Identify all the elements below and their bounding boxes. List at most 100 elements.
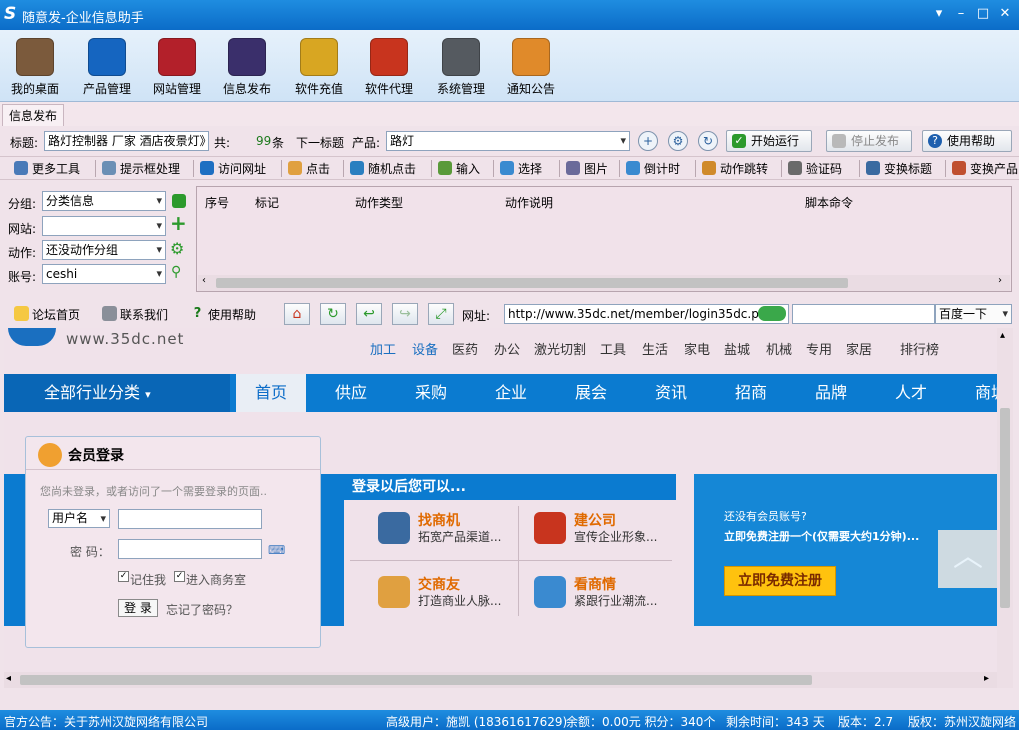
toolbar-btn-4[interactable]: 软件充值 [286,36,352,98]
register-free-button[interactable]: 立即免费注册 [724,566,836,596]
menu-dropdown-icon[interactable]: ▾ [928,4,950,24]
maximize-icon[interactable]: □ [972,4,994,24]
refresh-icon[interactable]: ↻ [320,303,346,325]
tool-0[interactable]: 更多工具 [14,160,80,177]
tool-6[interactable]: 选择 [500,160,542,177]
back-to-top-icon[interactable]: ︿ [938,530,997,588]
nav-item[interactable]: 采购 [396,374,466,412]
toolbar-btn-2[interactable]: 网站管理 [144,36,210,98]
next-title-link[interactable]: 下一标题 [296,134,344,151]
tool-9[interactable]: 动作跳转 [702,160,768,177]
help-button[interactable]: ? 使用帮助 [922,130,1012,152]
web-scroll-left-icon[interactable]: ◂ [6,673,11,684]
tool-11[interactable]: 变换标题 [866,160,932,177]
web-scroll-right-icon[interactable]: ▸ [984,673,989,684]
top-link[interactable]: 排行榜 [900,339,939,358]
top-link[interactable]: 家电 [684,339,710,358]
benefit-item[interactable]: 建公司 宣传企业形象... [534,508,684,558]
action-settings-icon[interactable]: ⚙ [170,239,184,258]
top-link[interactable]: 激光切割 [534,339,586,358]
tool-12[interactable]: 变换产品 [952,160,1018,177]
top-link[interactable]: 办公 [494,339,520,358]
grid-scroll-thumb[interactable] [216,278,848,288]
password-input[interactable] [118,539,262,559]
tool-8[interactable]: 倒计时 [626,160,680,177]
search-input[interactable] [792,304,935,324]
browser-help-button[interactable]: ? 使用帮助 [190,306,256,323]
nav-item[interactable]: 展会 [556,374,626,412]
remember-checkbox[interactable]: ✓ [118,571,129,582]
nav-item[interactable]: 供应 [316,374,386,412]
col-mark[interactable]: 标记 [255,194,279,211]
official-notice[interactable]: 官方公告：关于苏州汉旋网络有限公司 [4,713,208,730]
top-link[interactable]: 家居 [846,339,872,358]
web-scroll-thumb[interactable] [20,675,812,685]
refresh-circle-icon[interactable]: ↻ [698,131,718,151]
toolbar-btn-1[interactable]: 产品管理 [74,36,140,98]
top-link[interactable]: 盐城 [724,339,750,358]
contact-us-button[interactable]: 联系我们 [102,306,168,323]
product-select[interactable]: 路灯 [386,131,630,151]
scroll-left-icon[interactable]: ‹ [202,275,206,286]
web-vscroll-thumb[interactable] [1000,408,1010,608]
toolbar-btn-3[interactable]: 信息发布 [214,36,280,98]
keyboard-icon[interactable]: ⌨ [268,543,285,557]
web-scroll-up-icon[interactable]: ▴ [1000,330,1005,341]
account-search-icon[interactable]: ⚲ [171,264,181,280]
search-engine-select[interactable]: 百度一下 [935,304,1012,324]
settings-circle-icon[interactable]: ⚙ [668,131,688,151]
top-link[interactable]: 设备 [412,339,438,358]
top-link[interactable]: 加工 [370,339,396,358]
go-link-icon[interactable] [758,306,786,321]
folder-icon[interactable] [172,194,186,208]
login-type-select[interactable]: 用户名 [48,509,110,528]
enter-business-checkbox[interactable]: ✓ [174,571,185,582]
toolbar-btn-6[interactable]: 系统管理 [428,36,494,98]
toolbar-btn-5[interactable]: 软件代理 [356,36,422,98]
top-link[interactable]: 生活 [642,339,668,358]
col-action-desc[interactable]: 动作说明 [505,194,553,211]
tool-2[interactable]: 访问网址 [200,160,266,177]
nav-item[interactable]: 企业 [476,374,546,412]
col-script-cmd[interactable]: 脚本命令 [805,194,853,211]
nav-item[interactable]: 人才 [876,374,946,412]
web-vertical-scrollbar[interactable]: ▴ [997,328,1013,688]
grid-horizontal-scrollbar[interactable]: ‹ › [198,275,1010,291]
site-logo-text[interactable]: www.35dc.net [66,330,184,348]
toolbar-btn-0[interactable]: 我的桌面 [2,36,68,98]
back-arrow-icon[interactable]: ↩ [356,303,382,325]
url-input[interactable]: http://www.35dc.net/member/login35dc.ph [504,304,789,324]
tool-5[interactable]: 输入 [438,160,480,177]
all-categories-menu[interactable]: 全部行业分类 ▾ [4,374,230,412]
col-action-type[interactable]: 动作类型 [355,194,403,211]
tool-1[interactable]: 提示框处理 [102,160,180,177]
forum-home-button[interactable]: 论坛首页 [14,306,80,323]
tool-7[interactable]: 图片 [566,160,608,177]
col-index[interactable]: 序号 [205,194,229,211]
close-icon[interactable]: ✕ [994,4,1016,24]
benefit-item[interactable]: 交商友 打造商业人脉... [378,572,528,622]
home-icon[interactable]: ⌂ [284,303,310,325]
nav-item[interactable]: 资讯 [636,374,706,412]
benefit-item[interactable]: 看商情 紧跟行业潮流... [534,572,684,622]
action-select[interactable]: 还没动作分组 [42,240,166,260]
tool-4[interactable]: 随机点击 [350,160,416,177]
group-select[interactable]: 分类信息 [42,191,166,211]
web-horizontal-scrollbar[interactable]: ◂ ▸ [4,672,997,688]
stop-publish-button[interactable]: 停止发布 [826,130,912,152]
account-select[interactable]: ceshi [42,264,166,284]
top-link[interactable]: 医药 [452,339,478,358]
forward-arrow-icon[interactable]: ↪ [392,303,418,325]
username-input[interactable] [118,509,262,529]
tool-10[interactable]: 验证码 [788,160,842,177]
benefit-item[interactable]: 找商机 拓宽产品渠道... [378,508,528,558]
nav-item[interactable]: 商城 [956,374,997,412]
fullscreen-icon[interactable]: ⤢ [428,303,454,325]
add-circle-icon[interactable]: + [638,131,658,151]
top-link[interactable]: 机械 [766,339,792,358]
nav-item[interactable]: 招商 [716,374,786,412]
tool-3[interactable]: 点击 [288,160,330,177]
tab-info-publish[interactable]: 信息发布 [2,104,65,126]
toolbar-btn-7[interactable]: 通知公告 [498,36,564,98]
site-select[interactable] [42,216,166,236]
